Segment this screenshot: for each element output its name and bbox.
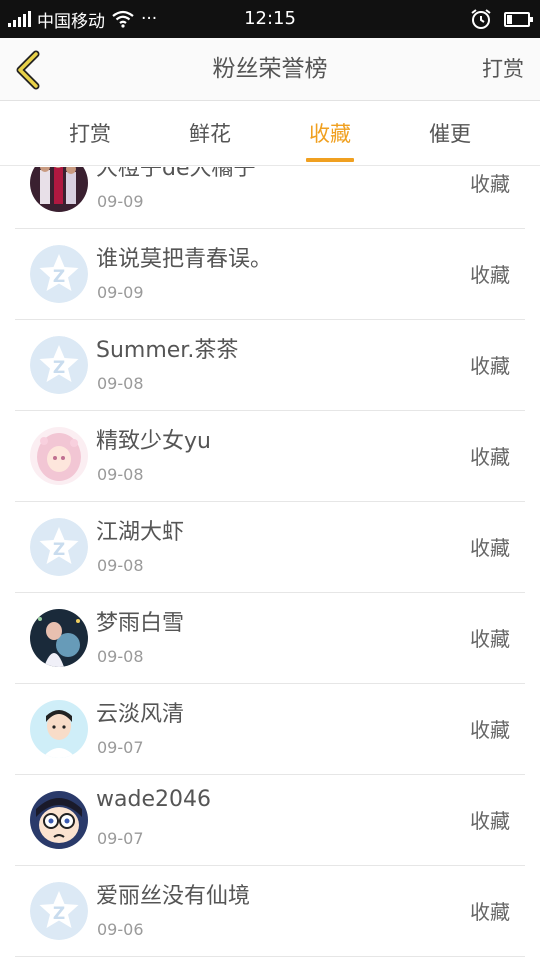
tab-label: 收藏 — [309, 122, 351, 146]
tab-favorites[interactable]: 收藏 — [275, 102, 385, 166]
list-item[interactable]: Z 谁说莫把青春误。 09-09 收藏 — [15, 229, 525, 320]
svg-text:Z: Z — [53, 267, 65, 287]
svg-text:Z: Z — [53, 540, 65, 560]
favorite-label: 收藏 — [470, 445, 510, 469]
list-item[interactable]: Z 爱丽丝没有仙境 09-06 收藏 — [15, 866, 525, 957]
default-avatar-icon: Z — [30, 245, 88, 303]
favorite-label: 收藏 — [470, 627, 510, 651]
default-avatar-icon: Z — [30, 518, 88, 576]
fan-date: 09-07 — [97, 829, 144, 848]
tab-reward[interactable]: 打赏 — [35, 102, 145, 166]
fan-date: 09-08 — [97, 374, 144, 393]
fan-date: 09-08 — [97, 556, 144, 575]
fan-name: wade2046 — [96, 787, 211, 812]
fan-date: 09-07 — [97, 738, 144, 757]
fan-name: 云淡风清 — [96, 702, 185, 727]
fan-name: Summer.茶茶 — [96, 338, 239, 363]
list-item[interactable]: Z 江湖大虾 09-08 收藏 — [15, 502, 525, 593]
battery-icon — [504, 11, 533, 27]
reward-button[interactable]: 打赏 — [482, 38, 524, 101]
tab-label: 鲜花 — [189, 122, 231, 146]
list-item[interactable]: wade2046 09-07 收藏 — [15, 775, 525, 866]
status-right — [470, 0, 533, 38]
fan-date: 09-08 — [97, 465, 144, 484]
alarm-icon — [471, 9, 491, 29]
status-time: 12:15 — [244, 8, 296, 29]
favorite-label: 收藏 — [470, 536, 510, 560]
fan-name: 梦雨白雪 — [96, 611, 185, 636]
favorite-label: 收藏 — [470, 809, 510, 833]
favorite-label: 收藏 — [470, 900, 510, 924]
fan-name: 谁说莫把青春误。 — [96, 247, 273, 272]
favorite-label: 收藏 — [470, 354, 510, 378]
photo-avatar-icon — [30, 167, 88, 212]
svg-text:Z: Z — [53, 904, 65, 924]
favorite-label: 收藏 — [470, 263, 510, 287]
anime-girl-avatar-icon — [30, 427, 88, 485]
tab-bar: 打赏 鲜花 收藏 催更 — [0, 102, 540, 166]
fantasy-avatar-icon — [30, 609, 88, 667]
fan-list[interactable]: 大橙子de大橘子 09-09 收藏 Z 谁说莫把青春误。 09-09 收藏 Z … — [0, 167, 540, 960]
fan-date: 09-09 — [97, 192, 144, 211]
fan-name: 大橙子de大橘子 — [96, 167, 256, 181]
svg-text:Z: Z — [53, 358, 65, 378]
favorite-label: 收藏 — [470, 718, 510, 742]
page-title: 粉丝荣誉榜 — [212, 56, 328, 82]
tab-label: 催更 — [429, 122, 471, 146]
list-item[interactable]: 精致少女yu 09-08 收藏 — [15, 411, 525, 502]
default-avatar-icon: Z — [30, 336, 88, 394]
title-bar: 粉丝荣誉榜 打赏 — [0, 38, 540, 101]
list-item[interactable]: 云淡风清 09-07 收藏 — [15, 684, 525, 775]
favorite-label: 收藏 — [470, 172, 510, 196]
list-item[interactable]: 大橙子de大橘子 09-09 收藏 — [15, 167, 525, 229]
status-bar: 中国移动 ··· 12:15 — [0, 0, 540, 38]
fan-name: 江湖大虾 — [96, 520, 185, 545]
fan-date: 09-09 — [97, 283, 144, 302]
tab-flowers[interactable]: 鲜花 — [155, 102, 265, 166]
conan-avatar-icon — [30, 791, 88, 849]
fan-date: 09-08 — [97, 647, 144, 666]
fan-date: 09-06 — [97, 920, 144, 939]
list-item[interactable]: Z Summer.茶茶 09-08 收藏 — [15, 320, 525, 411]
default-avatar-icon: Z — [30, 882, 88, 940]
fan-name: 爱丽丝没有仙境 — [96, 884, 251, 909]
fan-name: 精致少女yu — [96, 429, 211, 454]
boy-avatar-icon — [30, 700, 88, 758]
tab-label: 打赏 — [69, 122, 111, 146]
tab-urge-update[interactable]: 催更 — [395, 102, 505, 166]
active-tab-indicator — [306, 158, 354, 162]
list-item[interactable]: 梦雨白雪 09-08 收藏 — [15, 593, 525, 684]
